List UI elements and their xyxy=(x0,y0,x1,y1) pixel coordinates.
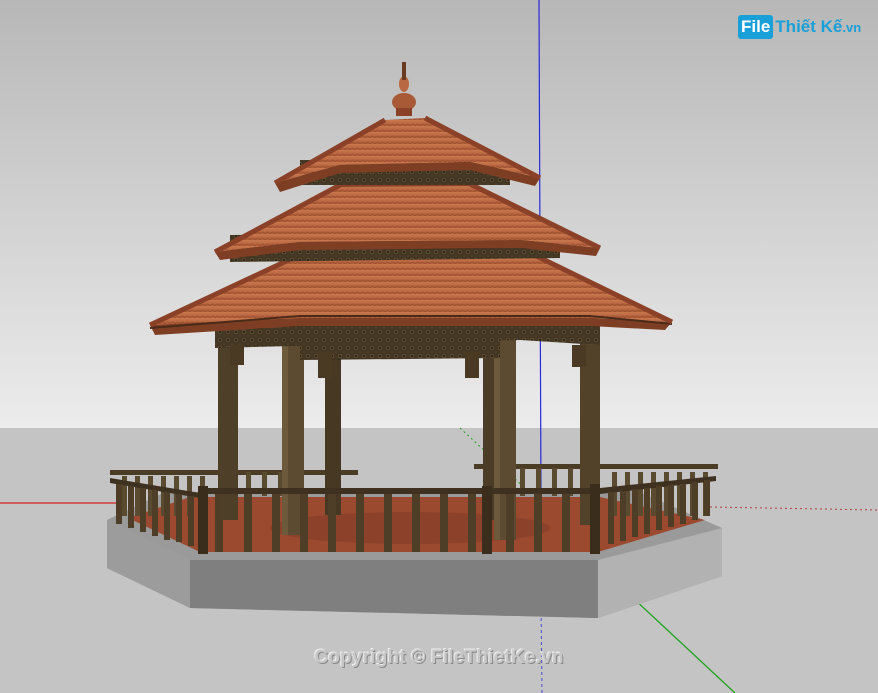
logo-tld: .vn xyxy=(842,20,862,35)
watermark-logo: File Thiết Kế.vn xyxy=(738,12,861,42)
logo-text: Thiết Kế.vn xyxy=(775,17,861,37)
logo-box-text: File xyxy=(738,15,774,39)
copyright-watermark: Copyright © FileThietKe.vn xyxy=(314,647,564,668)
base-mid-face xyxy=(190,560,598,618)
modeling-viewport[interactable] xyxy=(0,0,878,693)
logo-name: Thiết Kế xyxy=(775,17,843,36)
